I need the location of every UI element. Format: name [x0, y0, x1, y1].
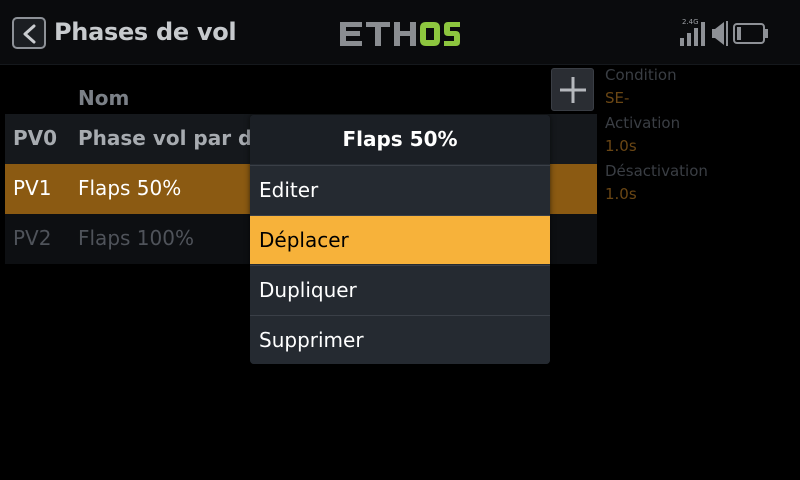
header-bar: Phases de vol 2.4G	[0, 0, 800, 65]
screen: Phases de vol 2.4G Nom PV0 Phase vol par…	[0, 0, 800, 480]
battery-icon	[733, 23, 768, 44]
menu-item-delete[interactable]: Supprimer	[250, 315, 550, 364]
plus-icon	[560, 77, 586, 103]
condition-label: Condition	[605, 66, 677, 84]
deactivation-value: 1.0s	[605, 185, 637, 203]
menu-item-duplicate[interactable]: Dupliquer	[250, 265, 550, 314]
menu-item-edit[interactable]: Editer	[250, 165, 550, 214]
row-name: Phase vol par dét	[78, 126, 276, 150]
column-header-name: Nom	[78, 86, 130, 110]
row-name: Flaps 50%	[78, 176, 182, 200]
context-menu: Flaps 50% Editer Déplacer Dupliquer Supp…	[250, 115, 550, 364]
row-id: PV2	[13, 226, 52, 250]
svg-text:2.4G: 2.4G	[682, 18, 699, 26]
add-phase-button[interactable]	[551, 68, 594, 111]
deactivation-label: Désactivation	[605, 162, 708, 180]
condition-value: SE-	[605, 89, 630, 107]
menu-item-move[interactable]: Déplacer	[250, 215, 550, 264]
row-id: PV1	[13, 176, 52, 200]
row-id: PV0	[13, 126, 58, 150]
page-title: Phases de vol	[54, 18, 237, 46]
row-name: Flaps 100%	[78, 226, 194, 250]
back-button[interactable]	[12, 17, 46, 49]
speaker-icon	[712, 21, 728, 46]
activation-label: Activation	[605, 114, 681, 132]
chevron-left-icon	[23, 24, 36, 44]
context-menu-title: Flaps 50%	[250, 115, 550, 164]
status-icons: 2.4G	[680, 18, 786, 48]
signal-bars-icon: 2.4G	[680, 18, 705, 46]
ethos-logo	[340, 22, 460, 46]
activation-value: 1.0s	[605, 137, 637, 155]
